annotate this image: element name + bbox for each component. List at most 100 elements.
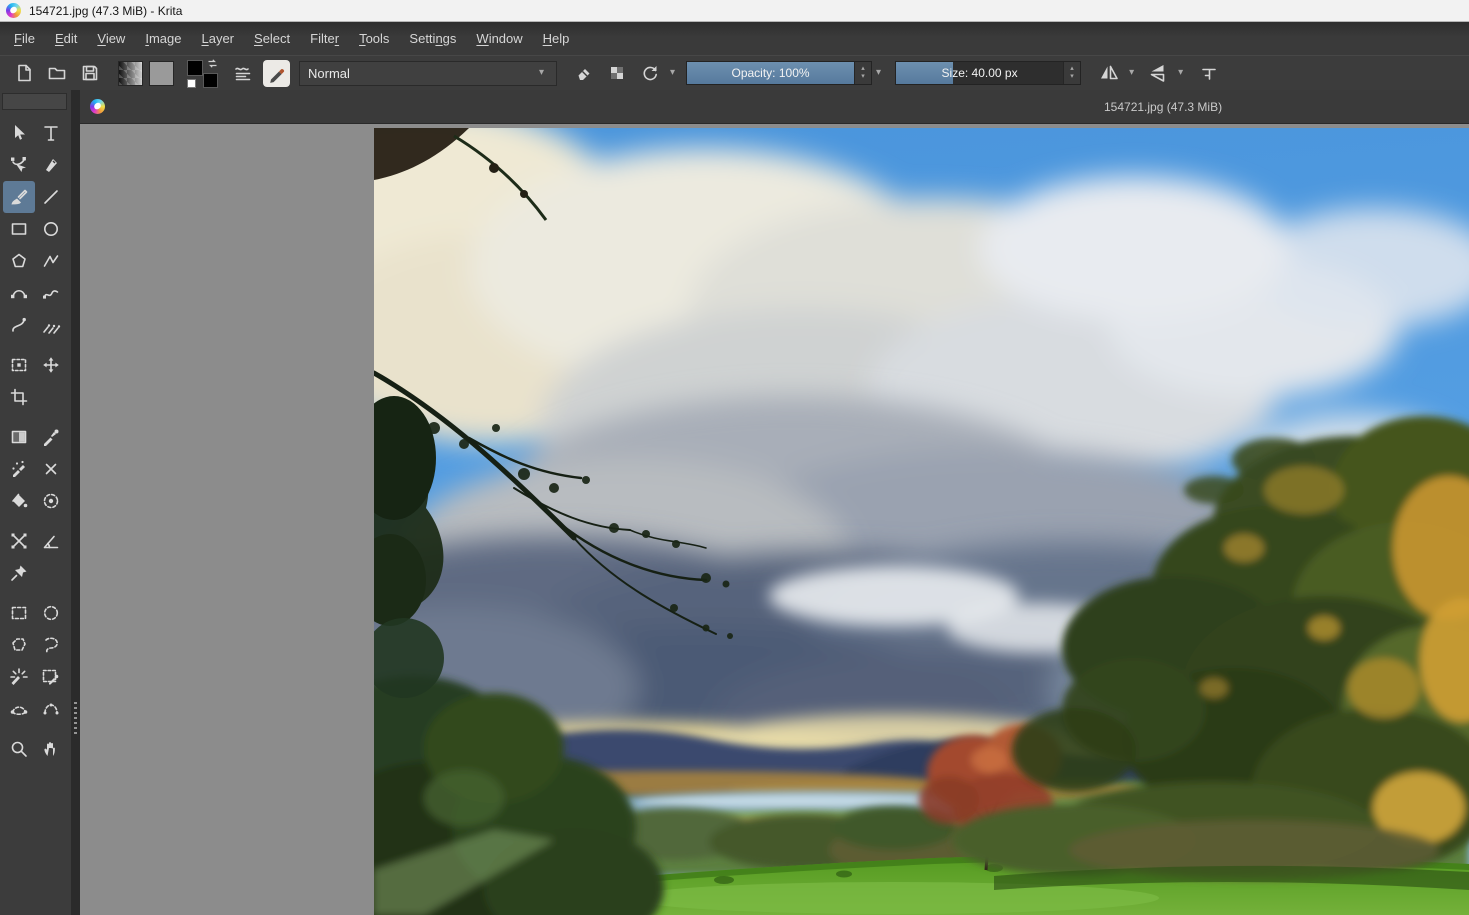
gradient-chooser-button[interactable]	[118, 61, 143, 86]
foreground-background-colors[interactable]	[187, 58, 218, 88]
pan-tool[interactable]	[35, 733, 67, 765]
color-sampler-tool[interactable]	[35, 421, 67, 453]
freehand-select-tool[interactable]	[35, 629, 67, 661]
color-sampler-tool-icon	[41, 427, 61, 447]
docker-splitter[interactable]	[71, 90, 80, 915]
measure-tool[interactable]	[35, 525, 67, 557]
transform-select-tool[interactable]	[3, 117, 35, 149]
colorize-mask-tool[interactable]	[3, 453, 35, 485]
dynamic-brush-tool[interactable]	[3, 309, 35, 341]
zoom-tool[interactable]	[3, 733, 35, 765]
menu-item-image[interactable]: Image	[135, 26, 191, 51]
menu-item-edit[interactable]: Edit	[45, 26, 87, 51]
polygonal-select-tool[interactable]	[3, 629, 35, 661]
bezier-select-tool[interactable]	[3, 693, 35, 725]
line-tool[interactable]	[35, 181, 67, 213]
move-tool[interactable]	[35, 349, 67, 381]
reload-preset-button[interactable]	[636, 60, 663, 87]
reference-images-tool[interactable]	[3, 557, 35, 589]
rectangular-select-tool[interactable]	[3, 597, 35, 629]
transform-tool[interactable]	[3, 349, 35, 381]
reload-preset-dropdown[interactable]: ▾	[670, 68, 675, 78]
freehand-path-tool[interactable]	[35, 277, 67, 309]
reset-colors-swatch[interactable]	[187, 79, 196, 88]
window-titlebar[interactable]: 154721.jpg (47.3 MiB) - Krita	[0, 0, 1469, 22]
fill-tool[interactable]	[3, 485, 35, 517]
toolbox-row	[0, 661, 71, 693]
edit-shapes-tool[interactable]	[3, 149, 35, 181]
brush-preset-button[interactable]	[263, 60, 290, 87]
menu-item-tools[interactable]: Tools	[349, 26, 399, 51]
brush-size-slider[interactable]: Size: 40.00 px ▴▾	[895, 61, 1081, 85]
opacity-dropdown[interactable]: ▾	[876, 68, 881, 78]
spin-down-icon[interactable]: ▾	[861, 73, 865, 81]
document-icon	[90, 99, 105, 114]
bezier-select-tool-icon	[9, 699, 29, 719]
crop-tool[interactable]	[3, 381, 35, 413]
multibrush-tool[interactable]	[35, 309, 67, 341]
open-document-button[interactable]	[43, 60, 70, 87]
preserve-alpha-button[interactable]	[603, 60, 630, 87]
brush-size-spinner[interactable]: ▴▾	[1063, 62, 1080, 84]
contiguous-select-tool[interactable]	[3, 661, 35, 693]
horizontal-mirror-button[interactable]	[1095, 60, 1122, 87]
dynamic-brush-tool-icon	[9, 315, 29, 335]
freehand-brush-tool-icon	[9, 187, 29, 207]
vertical-mirror-dropdown[interactable]: ▾	[1178, 68, 1183, 78]
blending-mode-select[interactable]: Normal ▾	[299, 61, 557, 86]
vertical-mirror-button[interactable]	[1144, 60, 1171, 87]
main-area: 154721.jpg (47.3 MiB)	[0, 90, 1469, 915]
menu-item-layer[interactable]: Layer	[191, 26, 244, 51]
toolbox-docker	[0, 90, 71, 915]
background-color-swatch[interactable]	[203, 73, 218, 88]
edit-brush-settings-button[interactable]	[229, 60, 256, 87]
swap-colors-icon[interactable]	[207, 58, 218, 69]
calligraphy-tool[interactable]	[35, 149, 67, 181]
menu-item-view[interactable]: View	[87, 26, 135, 51]
assistants-tool[interactable]	[3, 525, 35, 557]
menu-item-window[interactable]: Window	[466, 26, 532, 51]
horizontal-mirror-dropdown[interactable]: ▾	[1129, 68, 1134, 78]
colorize-mask-tool-icon	[9, 459, 29, 479]
smart-patch-tool[interactable]	[35, 453, 67, 485]
opacity-slider[interactable]: Opacity: 100% ▴▾	[686, 61, 872, 85]
measure-tool-icon	[41, 531, 61, 551]
new-document-button[interactable]	[10, 60, 37, 87]
toolbox-row	[0, 245, 71, 277]
polygon-tool[interactable]	[3, 245, 35, 277]
menu-item-help[interactable]: Help	[533, 26, 580, 51]
spin-down-icon[interactable]: ▾	[1070, 73, 1074, 81]
spin-up-icon[interactable]: ▴	[1070, 65, 1074, 73]
eraser-mode-button[interactable]	[570, 60, 597, 87]
menu-item-file[interactable]: File	[4, 26, 45, 51]
text-tool[interactable]	[35, 117, 67, 149]
toolbox-row	[0, 421, 71, 453]
polyline-tool[interactable]	[35, 245, 67, 277]
magnetic-select-tool[interactable]	[35, 693, 67, 725]
opacity-spinner[interactable]: ▴▾	[854, 62, 871, 84]
contiguous-select-tool-icon	[9, 667, 29, 687]
menu-item-settings[interactable]: Settings	[399, 26, 466, 51]
bezier-curve-tool-icon	[9, 283, 29, 303]
save-document-button[interactable]	[76, 60, 103, 87]
rectangle-tool[interactable]	[3, 213, 35, 245]
toolbox-row	[0, 181, 71, 213]
similar-color-select-tool[interactable]	[35, 661, 67, 693]
pattern-chooser-button[interactable]	[149, 61, 174, 86]
gradient-tool[interactable]	[3, 421, 35, 453]
canvas-image[interactable]	[374, 128, 1469, 915]
freehand-brush-tool[interactable]	[3, 181, 35, 213]
enclose-and-fill-tool[interactable]	[35, 485, 67, 517]
menu-item-select[interactable]: Select	[244, 26, 300, 51]
ellipse-tool[interactable]	[35, 213, 67, 245]
toolbox-docker-header[interactable]	[2, 93, 67, 110]
spin-up-icon[interactable]: ▴	[861, 65, 865, 73]
menu-item-filter[interactable]: Filter	[300, 26, 349, 51]
zoom-tool-icon	[9, 739, 29, 759]
foreground-color-swatch[interactable]	[187, 60, 203, 76]
bezier-curve-tool[interactable]	[3, 277, 35, 309]
wrap-around-button[interactable]	[1195, 60, 1222, 87]
calligraphy-tool-icon	[41, 155, 61, 175]
elliptical-select-tool[interactable]	[35, 597, 67, 629]
subwindow-titlebar[interactable]: 154721.jpg (47.3 MiB)	[80, 90, 1469, 124]
